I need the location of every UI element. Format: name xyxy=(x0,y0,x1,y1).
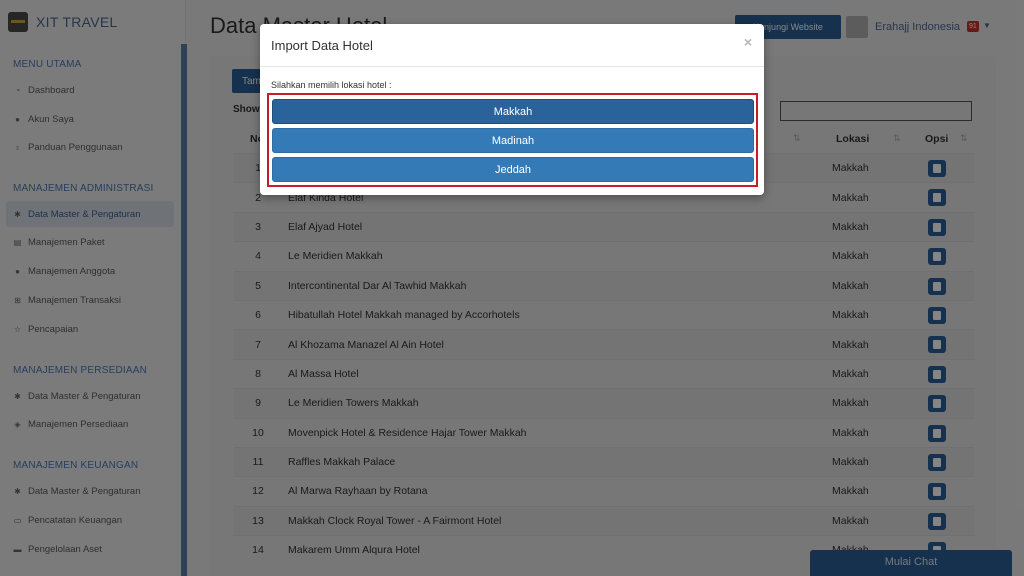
location-madinah-button[interactable]: Madinah xyxy=(272,128,754,153)
import-hotel-modal: Import Data Hotel × Silahkan memilih lok… xyxy=(260,24,764,195)
modal-header: Import Data Hotel × xyxy=(260,24,764,67)
location-choices: Makkah Madinah Jeddah xyxy=(267,93,758,187)
location-jeddah-button[interactable]: Jeddah xyxy=(272,157,754,182)
close-icon[interactable]: × xyxy=(744,34,752,50)
location-makkah-button[interactable]: Makkah xyxy=(272,99,754,124)
modal-title: Import Data Hotel xyxy=(271,38,373,53)
location-prompt: Silahkan memilih lokasi hotel : xyxy=(271,80,392,90)
